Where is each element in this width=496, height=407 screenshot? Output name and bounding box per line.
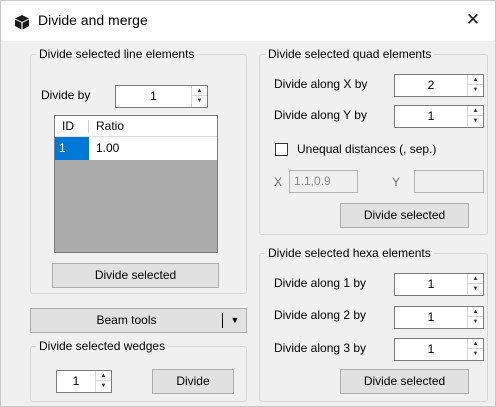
close-icon: ✕	[465, 10, 481, 29]
beam-tools-button[interactable]: Beam tools ▼	[30, 308, 247, 333]
cube-icon	[15, 15, 29, 30]
divide-along-y-label: Divide along Y by	[274, 108, 367, 122]
divide-2-value[interactable]: 1	[395, 307, 467, 328]
spin-down-icon[interactable]: ▼	[192, 96, 207, 106]
x-distances-label: X	[274, 175, 283, 189]
divide-by-spinner[interactable]: 1 ▲ ▼	[115, 85, 208, 108]
divide-x-value[interactable]: 2	[395, 75, 467, 96]
window-title: Divide and merge	[38, 12, 148, 28]
spin-up-icon[interactable]: ▲	[468, 274, 483, 284]
divide-selected-quads-button[interactable]: Divide selected	[340, 203, 469, 228]
spin-up-icon[interactable]: ▲	[96, 371, 111, 381]
divide-selected-hexas-button[interactable]: Divide selected	[340, 369, 469, 394]
line-elements-legend: Divide selected line elements	[39, 47, 195, 61]
split-divider	[222, 313, 223, 328]
x-distances-field[interactable]: 1.1,0.9	[289, 170, 358, 193]
cell-ratio[interactable]: 1.00	[96, 137, 119, 160]
divide-selected-lines-button[interactable]: Divide selected	[52, 263, 219, 288]
unequal-distances-checkbox[interactable]	[275, 143, 288, 156]
dialog-window: Divide and merge ✕ Divide selected line …	[0, 0, 496, 407]
wedges-spinner[interactable]: 1 ▲ ▼	[56, 370, 112, 393]
spin-down-icon[interactable]: ▼	[468, 116, 483, 126]
divide-along-1-label: Divide along 1 by	[274, 276, 367, 290]
column-header-id[interactable]: ID	[62, 116, 74, 137]
spin-down-icon[interactable]: ▼	[468, 349, 483, 359]
spin-up-icon[interactable]: ▲	[468, 339, 483, 349]
divide-2-spinner[interactable]: 1 ▲ ▼	[394, 306, 484, 329]
spin-up-icon[interactable]: ▲	[468, 75, 483, 85]
beam-tools-label[interactable]: Beam tools	[31, 309, 222, 332]
y-distances-label: Y	[392, 175, 401, 189]
quad-elements-legend: Divide selected quad elements	[268, 47, 432, 61]
divide-3-spinner[interactable]: 1 ▲ ▼	[394, 338, 484, 361]
cell-id[interactable]: 1	[55, 137, 89, 160]
hexa-elements-legend: Divide selected hexa elements	[268, 246, 431, 260]
y-distances-field[interactable]	[414, 170, 484, 193]
column-header-ratio[interactable]: Ratio	[96, 116, 124, 137]
divide-along-2-label: Divide along 2 by	[274, 308, 367, 322]
table-header: ID Ratio	[55, 116, 217, 137]
spin-up-icon[interactable]: ▲	[468, 106, 483, 116]
close-button[interactable]: ✕	[451, 1, 495, 41]
spin-down-icon[interactable]: ▼	[96, 381, 111, 391]
divide-by-label: Divide by	[41, 88, 91, 102]
divide-x-spinner[interactable]: 2 ▲ ▼	[394, 74, 484, 97]
divide-y-value[interactable]: 1	[395, 106, 467, 127]
spin-down-icon[interactable]: ▼	[468, 284, 483, 294]
table-row[interactable]: 1 1.00	[55, 137, 217, 160]
spin-down-icon[interactable]: ▼	[468, 317, 483, 327]
wedges-value[interactable]: 1	[57, 371, 95, 392]
ratio-table[interactable]: ID Ratio 1 1.00	[54, 115, 218, 253]
spin-up-icon[interactable]: ▲	[468, 307, 483, 317]
divide-3-value[interactable]: 1	[395, 339, 467, 360]
divide-along-x-label: Divide along X by	[274, 77, 368, 91]
spin-down-icon[interactable]: ▼	[468, 85, 483, 95]
wedges-legend: Divide selected wedges	[39, 339, 166, 353]
divide-by-value[interactable]: 1	[116, 86, 191, 107]
chevron-down-icon[interactable]: ▼	[224, 309, 246, 332]
spin-up-icon[interactable]: ▲	[192, 86, 207, 96]
divide-1-value[interactable]: 1	[395, 274, 467, 295]
divide-1-spinner[interactable]: 1 ▲ ▼	[394, 273, 484, 296]
divide-wedges-button[interactable]: Divide	[152, 369, 234, 394]
unequal-distances-label[interactable]: Unequal distances (, sep.)	[297, 142, 436, 156]
title-bar[interactable]: Divide and merge ✕	[1, 1, 495, 41]
divide-y-spinner[interactable]: 1 ▲ ▼	[394, 105, 484, 128]
divide-along-3-label: Divide along 3 by	[274, 341, 367, 355]
